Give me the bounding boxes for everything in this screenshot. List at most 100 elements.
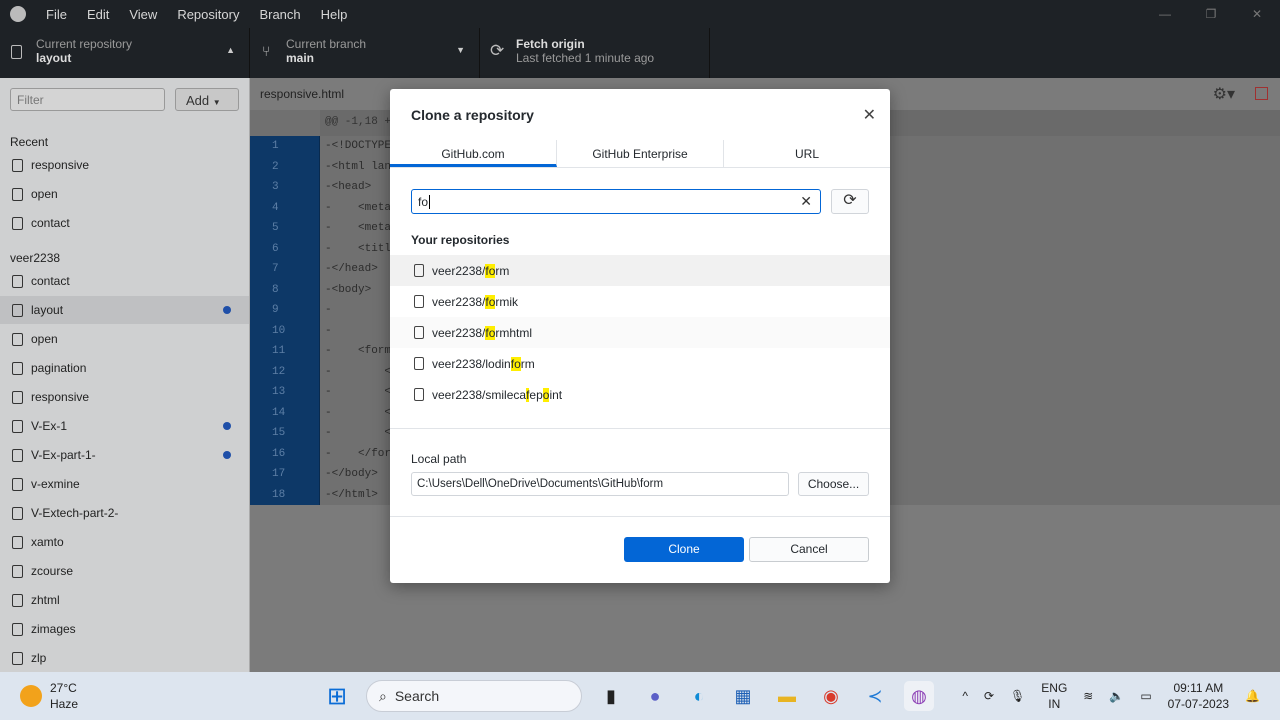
chevron-up-icon[interactable]: ^	[962, 689, 968, 703]
repository-name: veer2238/lodinform	[432, 356, 535, 371]
repo-name: V-Ex-1	[31, 419, 68, 433]
tab-url[interactable]: URL	[724, 140, 890, 167]
edge-icon[interactable]: ◐	[684, 681, 714, 711]
menu-view[interactable]: View	[129, 7, 157, 22]
local-path-input[interactable]: C:\Users\Dell\OneDrive\Documents\GitHub\…	[411, 472, 789, 496]
repo-item[interactable]: V-Ex-1	[0, 412, 249, 440]
repo-item[interactable]: zhtml	[0, 586, 249, 614]
chrome-icon[interactable]: ◉	[816, 681, 846, 711]
repo-item[interactable]: v-exmine	[0, 470, 249, 498]
teams-icon[interactable]: ●	[640, 681, 670, 711]
repo-value: layout	[36, 51, 72, 65]
sync-icon[interactable]: ⟳	[984, 689, 994, 703]
weather-widget[interactable]: 27°C Haze	[20, 680, 78, 712]
repo-item[interactable]: pagination	[0, 354, 249, 382]
divider	[390, 516, 890, 517]
repository-list-item[interactable]: veer2238/form	[390, 255, 890, 286]
add-button[interactable]: Add ▼	[175, 88, 239, 111]
file-explorer-icon[interactable]: ▬	[772, 681, 802, 711]
diff-line: - <i	[325, 386, 398, 398]
line-number: 9	[272, 304, 279, 316]
volume-icon[interactable]: 🔈	[1109, 689, 1124, 703]
menu-branch[interactable]: Branch	[259, 7, 300, 22]
repo-item[interactable]: V-Extech-part-2-	[0, 499, 249, 527]
fetch-origin-button[interactable]: ⟳ Fetch origin Last fetched 1 minute ago	[480, 28, 710, 78]
chevron-down-icon: ▼	[456, 45, 465, 55]
repo-item[interactable]: open	[0, 325, 249, 353]
clone-repository-dialog: Clone a repository ✕ GitHub.com GitHub En…	[390, 89, 890, 583]
task-view-icon[interactable]: ▮	[596, 681, 626, 711]
repo-icon	[414, 357, 424, 370]
diff-options-icon[interactable]	[1255, 87, 1268, 100]
repository-search-input[interactable]: fo ✕	[411, 189, 821, 214]
repo-icon	[12, 390, 23, 404]
repo-item[interactable]: zcourse	[0, 557, 249, 585]
clear-icon[interactable]: ✕	[800, 193, 812, 210]
repo-item[interactable]: contact	[0, 267, 249, 295]
menu-file[interactable]: File	[46, 7, 67, 22]
windows-start-icon[interactable]: ⊞	[322, 681, 352, 711]
current-repository-button[interactable]: Current repository layout ▲	[0, 28, 250, 78]
close-window-button[interactable]: ✕	[1234, 0, 1280, 28]
line-number: 5	[272, 222, 279, 234]
repository-list-item[interactable]: veer2238/lodinform	[390, 348, 890, 379]
name-part: fo	[485, 263, 496, 278]
battery-icon[interactable]: ▭	[1140, 689, 1151, 703]
repository-list-item[interactable]: veer2238/formik	[390, 286, 890, 317]
repo-icon	[12, 506, 23, 520]
repo-item[interactable]: zimages	[0, 615, 249, 643]
github-desktop-icon[interactable]: ◍	[904, 681, 934, 711]
line-number: 4	[272, 201, 279, 214]
diff-line: - <i	[325, 406, 398, 419]
recent-repo-item[interactable]: open	[0, 180, 249, 208]
menu-edit[interactable]: Edit	[87, 7, 109, 22]
notification-icon[interactable]: 🔔	[1245, 689, 1260, 703]
refresh-repositories-button[interactable]: ⟳	[831, 189, 869, 214]
restore-button[interactable]: ❐	[1188, 0, 1234, 28]
clock[interactable]: 09:11 AM 07-07-2023	[1168, 680, 1229, 712]
repo-item[interactable]: responsive	[0, 383, 249, 411]
add-label: Add	[186, 93, 210, 108]
weather-condition: Haze	[50, 697, 79, 711]
wifi-icon[interactable]: ≋	[1083, 689, 1093, 703]
repository-list-item[interactable]: veer2238/formhtml	[390, 317, 890, 348]
recent-repo-item[interactable]: responsive	[0, 151, 249, 179]
language-indicator[interactable]: ENG IN	[1041, 680, 1067, 712]
line-number: 8	[272, 283, 279, 296]
diff-line: -</head>	[325, 263, 378, 275]
close-icon[interactable]: ✕	[863, 105, 876, 125]
clone-button[interactable]: Clone	[624, 537, 744, 562]
filter-input[interactable]: Filter	[10, 88, 165, 111]
lang: ENG	[1041, 681, 1068, 695]
tab-github-com[interactable]: GitHub.com	[390, 140, 557, 167]
weather-icon	[20, 685, 42, 707]
repository-list-item[interactable]: veer2238/smilecafepoint	[390, 379, 890, 410]
line-number: 17	[272, 468, 286, 480]
current-branch-button[interactable]: ⑂ Current branch main ▼	[250, 28, 480, 78]
gear-icon[interactable]: ⚙▾	[1213, 84, 1235, 104]
diff-line: -	[325, 324, 332, 337]
repo-item[interactable]: zlp	[0, 644, 249, 672]
changes-indicator	[223, 306, 231, 314]
branch-label: Current branch	[286, 37, 367, 51]
tab-github-enterprise[interactable]: GitHub Enterprise	[557, 140, 724, 167]
vscode-icon[interactable]: ≺	[860, 681, 890, 711]
minimize-button[interactable]: —	[1142, 0, 1188, 28]
repo-item[interactable]: xamto	[0, 528, 249, 556]
repo-icon	[12, 651, 23, 665]
menu-repository[interactable]: Repository	[177, 7, 239, 22]
repo-icon	[12, 477, 23, 491]
microphone-icon[interactable]: 🎙	[1010, 689, 1025, 703]
choose-button[interactable]: Choose...	[798, 472, 869, 496]
repo-item[interactable]: V-Ex-part-1-	[0, 441, 249, 469]
branch-value: main	[286, 51, 315, 65]
repo-name: zcourse	[31, 564, 74, 578]
repo-item[interactable]: layout	[0, 296, 249, 324]
diff-line: -<head>	[325, 181, 372, 193]
taskbar-search[interactable]: ⌕ Search	[366, 680, 582, 712]
cancel-button[interactable]: Cancel	[749, 537, 869, 562]
line-number: 18	[272, 488, 286, 501]
store-icon[interactable]: ▦	[728, 681, 758, 711]
recent-repo-item[interactable]: contact	[0, 209, 249, 237]
menu-help[interactable]: Help	[321, 7, 348, 22]
